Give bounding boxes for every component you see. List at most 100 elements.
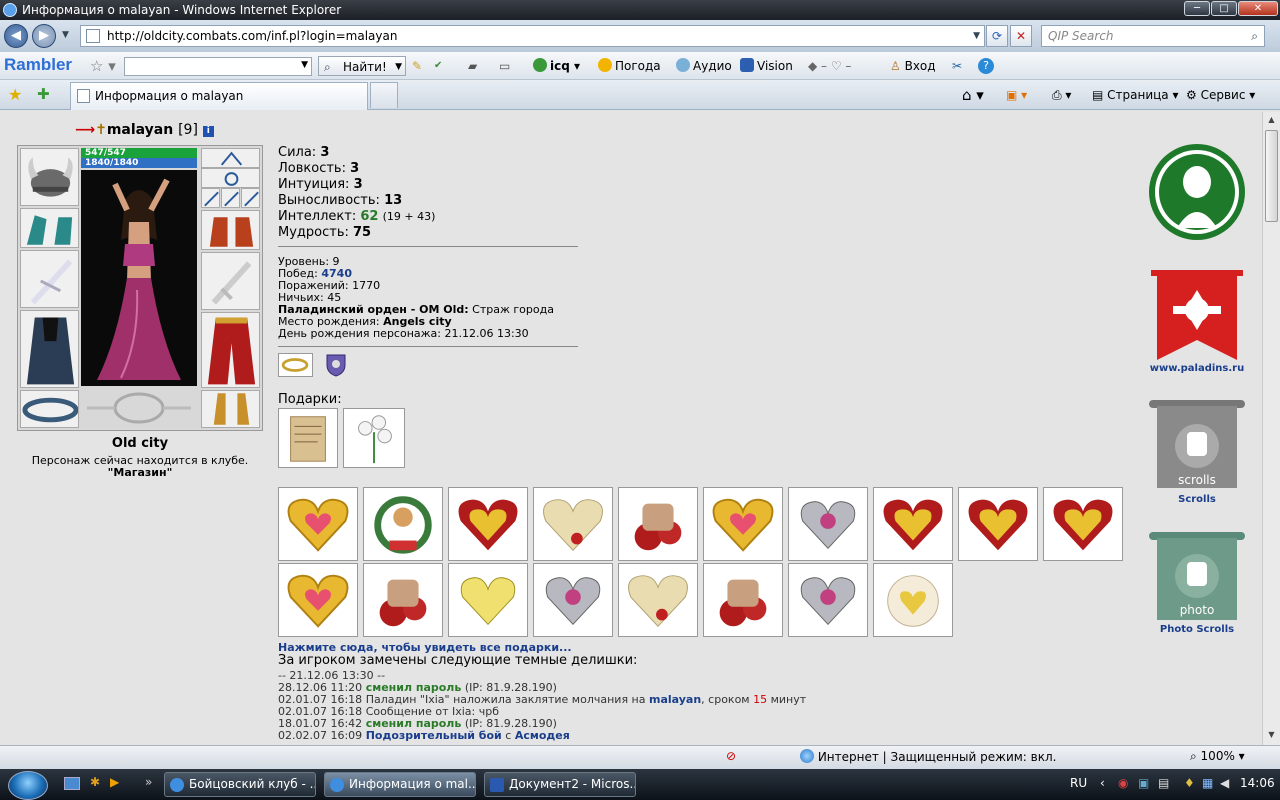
- media-player-icon[interactable]: ▶: [110, 775, 119, 789]
- vertical-scrollbar[interactable]: ▲ ▼: [1262, 112, 1280, 745]
- gift-fist-roses[interactable]: [703, 563, 783, 637]
- vision-button[interactable]: Vision: [740, 56, 793, 76]
- find-button[interactable]: ⌕ Найти! ▼: [318, 56, 406, 76]
- bracers-slot[interactable]: [201, 210, 260, 250]
- clan-shield-icon[interactable]: [325, 353, 347, 377]
- internet-zone[interactable]: Интернет | Защищенный режим: вкл.: [800, 749, 1056, 764]
- tab-active[interactable]: Информация о malayan: [70, 82, 368, 110]
- gift-silver-heart[interactable]: [788, 563, 868, 637]
- weapon-slot[interactable]: [20, 250, 79, 308]
- help-icon[interactable]: ?: [978, 58, 994, 74]
- gift-cupid-wreath[interactable]: [363, 487, 443, 561]
- tray-arrow-icon[interactable]: ‹: [1100, 776, 1105, 790]
- minimize-button[interactable]: ─: [1184, 1, 1210, 16]
- amulet-slot[interactable]: [201, 168, 260, 188]
- back-button[interactable]: ◀: [4, 24, 28, 48]
- favorites-star-icon[interactable]: ★: [8, 85, 22, 104]
- clock[interactable]: 14:06: [1240, 776, 1275, 790]
- refresh-icon[interactable]: ⟳: [986, 25, 1008, 47]
- volume-icon[interactable]: ◀: [1220, 776, 1229, 790]
- gift-heart-gold[interactable]: [278, 487, 358, 561]
- page-menu[interactable]: ▤ Страница ▾: [1092, 85, 1179, 105]
- pencil-icon[interactable]: ✎: [412, 56, 422, 76]
- gift-fist-roses[interactable]: [363, 563, 443, 637]
- gift-silver-heart[interactable]: [788, 487, 868, 561]
- gift-heart-gold[interactable]: [703, 487, 783, 561]
- scroll-down-icon[interactable]: ▼: [1265, 728, 1278, 742]
- mail-icon[interactable]: ▭: [499, 56, 510, 76]
- gift-silver-heart[interactable]: [533, 563, 613, 637]
- spellcheck-icon[interactable]: ✔: [434, 56, 442, 76]
- info-icon[interactable]: i: [202, 126, 214, 137]
- paladins-link[interactable]: www.paladins.ru: [1140, 363, 1254, 374]
- icq-button[interactable]: icq ▾: [533, 56, 580, 76]
- scrolls-logo[interactable]: scrolls: [1147, 398, 1247, 497]
- service-menu[interactable]: ⚙ Сервис ▾: [1186, 85, 1255, 105]
- gift-love-scroll-heart[interactable]: [618, 563, 698, 637]
- close-button[interactable]: ✕: [1238, 1, 1278, 16]
- gift-heart-roses[interactable]: [448, 487, 528, 561]
- gift-love-scroll-heart[interactable]: [533, 487, 613, 561]
- quicklaunch-icon[interactable]: ✱: [90, 775, 100, 789]
- gift-heart-roses[interactable]: [958, 487, 1038, 561]
- tray-icon[interactable]: ▤: [1158, 776, 1169, 790]
- ring-slot-1[interactable]: [201, 188, 220, 208]
- language-indicator[interactable]: RU: [1070, 776, 1087, 790]
- feeds-icon[interactable]: ▣ ▾: [1006, 85, 1027, 105]
- helmet-slot[interactable]: [20, 148, 79, 206]
- gift-flowers[interactable]: [343, 408, 405, 468]
- paladins-banner-logo[interactable]: [1147, 266, 1247, 367]
- star-icon[interactable]: ☆ ▾: [90, 56, 116, 76]
- gift-heart-roses[interactable]: [1043, 487, 1123, 561]
- home-icon[interactable]: ⌂ ▾: [962, 85, 984, 105]
- address-input[interactable]: http://oldcity.combats.com/inf.pl?login=…: [80, 25, 985, 47]
- ring-slot-2[interactable]: [221, 188, 240, 208]
- maximize-button[interactable]: □: [1211, 1, 1237, 16]
- offhand-slot[interactable]: [201, 252, 260, 310]
- highlight-icon[interactable]: ▰: [468, 56, 477, 76]
- show-desktop-icon[interactable]: [64, 777, 80, 790]
- taskbar-item-document[interactable]: Документ2 - Micros...: [484, 772, 636, 797]
- ring-slot-3[interactable]: [241, 188, 260, 208]
- more-icon[interactable]: »: [145, 775, 152, 789]
- rambler-logo[interactable]: Rambler: [4, 55, 72, 75]
- boots-slot[interactable]: [201, 390, 260, 428]
- taskbar-item-info[interactable]: Информация о mal...: [324, 772, 476, 797]
- gift-heart-gold[interactable]: [278, 563, 358, 637]
- history-dropdown-icon[interactable]: ▼: [62, 30, 69, 40]
- taskbar-item-club[interactable]: Бойцовский клуб - ...: [164, 772, 316, 797]
- scrolls-link[interactable]: Scrolls: [1140, 494, 1254, 505]
- paladin-badge-icon[interactable]: [278, 353, 313, 377]
- gift-fist-roses[interactable]: [618, 487, 698, 561]
- qip-tray-icon[interactable]: ◉: [1118, 776, 1128, 790]
- zoom-level[interactable]: ⌕ 100% ▾: [1190, 749, 1245, 764]
- earring-slot[interactable]: [201, 148, 260, 168]
- leggings-slot[interactable]: [201, 312, 260, 388]
- tray-icon[interactable]: ♦: [1184, 776, 1195, 790]
- photo-scrolls-logo[interactable]: photo: [1147, 530, 1247, 629]
- photo-scrolls-link[interactable]: Photo Scrolls: [1140, 624, 1254, 635]
- belt-slot[interactable]: [20, 390, 79, 428]
- tray-icon[interactable]: ▣: [1138, 776, 1149, 790]
- audio-button[interactable]: Аудио: [676, 56, 732, 76]
- scroll-up-icon[interactable]: ▲: [1265, 113, 1278, 127]
- gloves-slot[interactable]: [20, 208, 79, 248]
- print-icon[interactable]: ⎙ ▾: [1052, 85, 1071, 105]
- rambler-search-input[interactable]: ▼: [124, 57, 312, 76]
- rating-widget[interactable]: ◆ – ♡ –: [808, 56, 851, 76]
- tools-icon[interactable]: ✂: [952, 56, 962, 76]
- paladin-order-logo[interactable]: [1147, 142, 1247, 245]
- stop-icon[interactable]: ✕: [1010, 25, 1032, 47]
- url-dropdown-icon[interactable]: ▼: [973, 26, 980, 46]
- new-tab-button[interactable]: [370, 82, 398, 108]
- gift-scroll[interactable]: [278, 408, 338, 468]
- popup-blocked-icon[interactable]: ⊘: [726, 749, 736, 763]
- start-button[interactable]: [8, 771, 48, 800]
- armor-slot[interactable]: [20, 310, 79, 388]
- scroll-thumb[interactable]: [1265, 130, 1278, 222]
- network-icon[interactable]: ▦: [1202, 776, 1213, 790]
- weather-button[interactable]: Погода: [598, 56, 661, 76]
- gift-pearl-heart[interactable]: [873, 563, 953, 637]
- search-icon[interactable]: ⌕: [1251, 26, 1258, 46]
- forward-button[interactable]: ▶: [32, 24, 56, 48]
